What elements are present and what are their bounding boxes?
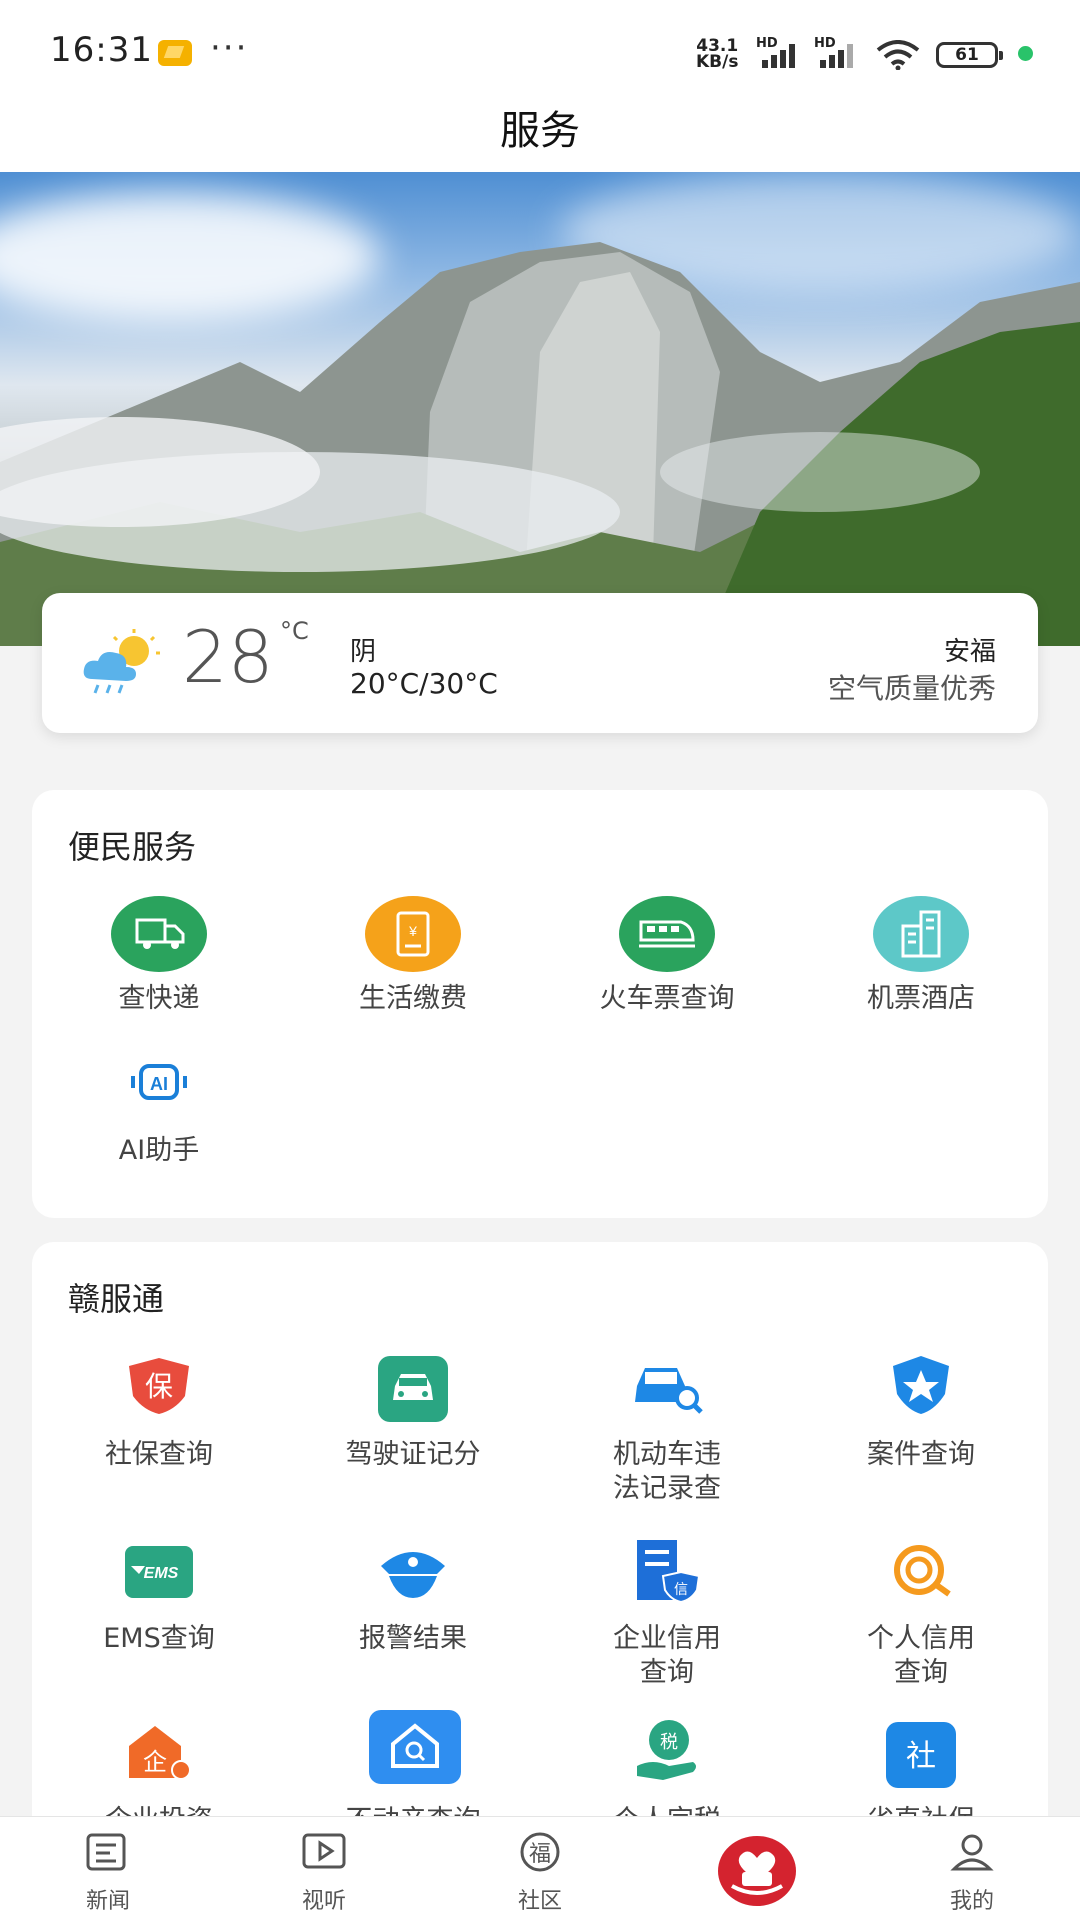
page-title: 服务 (500, 108, 580, 154)
service-label: 生活缴费 (359, 983, 467, 1014)
svg-text:AI: AI (150, 1074, 168, 1094)
service-express-query[interactable]: 查快递 (32, 896, 286, 1016)
nav-community[interactable]: 福 社区 (480, 1831, 600, 1915)
nav-video[interactable]: 视听 (264, 1831, 384, 1915)
network-speed: 43.1 KB/s (696, 38, 739, 72)
nav-service-center[interactable] (718, 1836, 796, 1906)
service-bill-payment[interactable]: ¥ 生活缴费 (286, 896, 540, 1016)
service-enterprise-credit[interactable]: 信 企业信用 查询 (540, 1536, 794, 1690)
enterprise-credit-icon: 信 (637, 1540, 701, 1602)
service-ems-query[interactable]: EMS EMS查询 (32, 1536, 286, 1656)
nav-label: 我的 (949, 1889, 994, 1914)
banner-image[interactable] (0, 172, 1080, 646)
svg-text:社: 社 (906, 1739, 936, 1774)
train-icon (639, 920, 695, 948)
service-label: 社保查询 (105, 1439, 213, 1470)
battery-icon: 61 (936, 42, 1003, 68)
signal-1-icon: HD (756, 36, 814, 68)
service-label: 驾驶证记分 (345, 1439, 481, 1470)
house-search-icon (391, 1723, 439, 1768)
svg-text:信: 信 (674, 1582, 688, 1598)
fu-community-icon: 福 (520, 1832, 560, 1872)
service-alarm-result[interactable]: 报警结果 (286, 1536, 540, 1656)
ems-icon: EMS (125, 1546, 193, 1598)
tax-hand-icon: 税 (637, 1720, 696, 1780)
service-social-security-query[interactable]: 保 社保查询 (32, 1352, 286, 1472)
temperature-range: 20°C/30°C (350, 667, 498, 700)
service-heart-icon (731, 1851, 783, 1895)
service-label: EMS查询 (103, 1623, 215, 1654)
service-case-query[interactable]: 案件查询 (794, 1352, 1048, 1472)
notification-icon (158, 40, 192, 66)
personal-credit-icon (894, 1545, 951, 1597)
section-title: 便民服务 (68, 828, 197, 866)
section-title: 赣服通 (68, 1280, 165, 1318)
service-label: 火车票查询 (599, 983, 735, 1014)
service-label: 案件查询 (867, 1439, 975, 1470)
weather-card[interactable]: 28 °C 阴 20°C/30°C 安福 空气质量优秀 (42, 593, 1038, 733)
social-security-shield-icon: 保 (129, 1358, 189, 1414)
partly-cloudy-rain-icon (83, 629, 160, 694)
city-name: 安福 (943, 637, 996, 667)
car-search-icon (635, 1368, 703, 1414)
weather-condition: 阴 (350, 637, 377, 667)
service-label: 个人信用 查询 (867, 1623, 975, 1688)
network-speed-unit: KB/s (696, 52, 739, 72)
service-personal-credit[interactable]: 个人信用 查询 (794, 1536, 1048, 1690)
service-label: AI助手 (118, 1135, 200, 1166)
ai-icon: AI (131, 1064, 187, 1100)
nav-label: 新闻 (85, 1889, 130, 1914)
bill-payment-icon: ¥ (396, 911, 430, 957)
signal-2-icon: HD (814, 36, 872, 68)
nav-profile[interactable]: 我的 (912, 1831, 1032, 1915)
service-label: 机票酒店 (867, 983, 975, 1014)
svg-text:保: 保 (145, 1370, 173, 1403)
svg-text:税: 税 (660, 1732, 678, 1753)
temperature-unit: °C (280, 617, 309, 645)
social-badge-icon: 社 (906, 1739, 936, 1774)
nav-label: 社区 (517, 1889, 562, 1914)
svg-text:企: 企 (143, 1748, 167, 1776)
mountain-illustration (0, 242, 1080, 646)
police-hat-icon (381, 1552, 445, 1598)
service-license-points[interactable]: 驾驶证记分 (286, 1352, 540, 1472)
nav-news[interactable]: 新闻 (48, 1831, 168, 1915)
svg-text:EMS: EMS (144, 1565, 179, 1582)
service-flight-hotel[interactable]: 机票酒店 (794, 896, 1048, 1016)
temperature: 28 (182, 615, 274, 699)
profile-icon (950, 1834, 994, 1871)
building-icon (901, 910, 941, 958)
police-star-shield-icon (893, 1356, 949, 1414)
news-icon (86, 1833, 126, 1871)
air-quality: 空气质量优秀 (827, 672, 996, 705)
service-ai-assistant[interactable]: AI AI助手 (32, 1048, 286, 1168)
nav-label: 视听 (301, 1889, 346, 1914)
car-license-icon (393, 1374, 433, 1400)
service-label: 机动车违 法记录查 (613, 1439, 721, 1504)
svg-text:福: 福 (529, 1842, 551, 1867)
service-label: 查快递 (118, 983, 200, 1014)
ganfutong-card: 赣服通 保 社保查询 驾驶证记分 机动车违 法记录查 案件查询 EMS EMS查… (32, 1242, 1048, 1862)
header: 服务 (0, 88, 1080, 172)
status-time: 16:31 (50, 30, 153, 70)
service-train-ticket[interactable]: 火车票查询 (540, 896, 794, 1016)
convenience-services-card: 便民服务 查快递 ¥ 生活缴费 火车票查询 机票酒店 AI AI助手 (32, 790, 1048, 1218)
enterprise-investment-icon: 企 (129, 1726, 191, 1780)
service-vehicle-violation[interactable]: 机动车违 法记录查 (540, 1352, 794, 1506)
wifi-icon (876, 40, 920, 70)
status-dot (1018, 46, 1033, 61)
bottom-navigation: 新闻 视听 福 社区 我的 (0, 1816, 1080, 1920)
video-play-icon (302, 1833, 346, 1869)
service-label: 报警结果 (359, 1623, 467, 1654)
more-notifications-icon: ··· (210, 28, 249, 68)
service-label: 企业信用 查询 (613, 1623, 721, 1688)
svg-text:¥: ¥ (408, 923, 417, 939)
delivery-truck-icon (135, 918, 185, 949)
